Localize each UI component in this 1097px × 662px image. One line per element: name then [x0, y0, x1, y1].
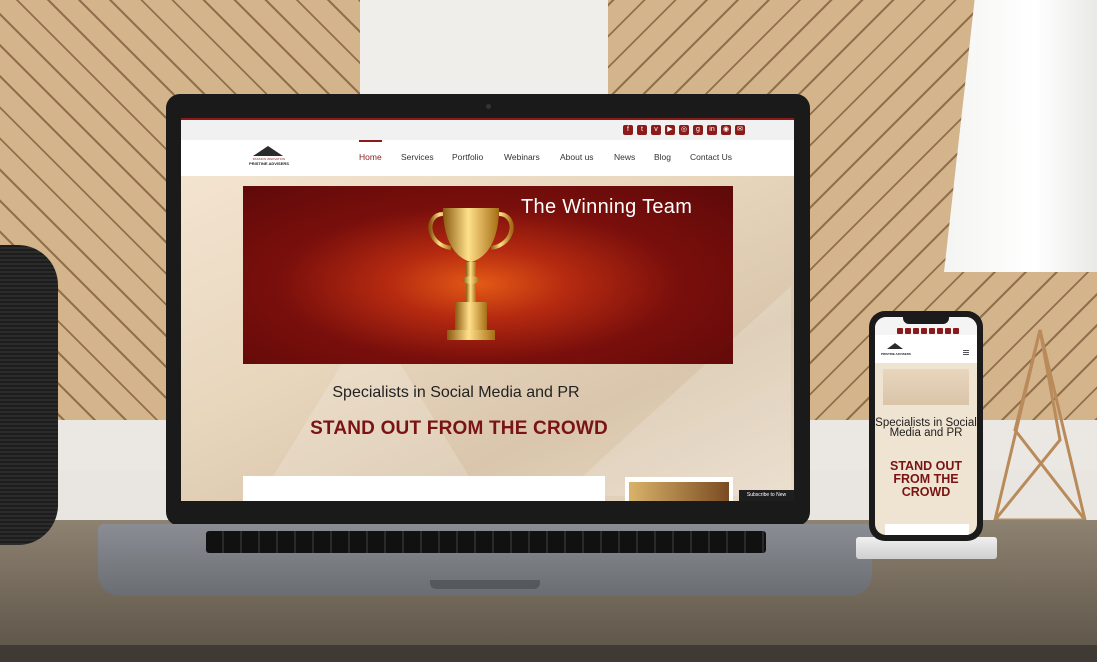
facebook-icon[interactable] [897, 328, 903, 334]
logo-name: PRISTINE ADVISERS [249, 161, 289, 166]
youtube-icon[interactable] [921, 328, 927, 334]
main-navbar: PASSION INNOVATION PRISTINE ADVISERS Hom… [181, 140, 794, 176]
mobile-headline: STAND OUT FROM THE CROWD [890, 459, 962, 499]
desk-edge [0, 645, 1097, 662]
youtube-icon[interactable]: ▶ [665, 125, 675, 135]
nav-blog[interactable]: Blog [654, 152, 671, 162]
phone-notch [903, 317, 949, 324]
google-icon[interactable] [937, 328, 943, 334]
thumbnail-image [629, 482, 729, 501]
facebook-icon[interactable]: f [623, 125, 633, 135]
laptop-keyboard [206, 531, 766, 553]
vimeo-icon[interactable]: v [651, 125, 661, 135]
nav-webinars[interactable]: Webinars [504, 152, 540, 162]
phone-screen-website: PRISTINE ADVISERS Specialists in Social … [875, 317, 977, 535]
site-logo[interactable]: PASSION INNOVATION PRISTINE ADVISERS [243, 144, 295, 170]
hero-headline: STAND OUT FROM THE CROWD [310, 418, 608, 439]
nav-news[interactable]: News [614, 152, 635, 162]
mobile-banner [883, 369, 969, 405]
nav-services[interactable]: Services [401, 152, 434, 162]
instagram-icon[interactable]: ◎ [679, 125, 689, 135]
nav-portfolio[interactable]: Portfolio [452, 152, 483, 162]
hamburger-menu-icon[interactable] [963, 350, 969, 355]
social-topbar: f t v ▶ ◎ g in ◉ ✉ [181, 118, 794, 140]
instagram-icon[interactable] [929, 328, 935, 334]
twitter-icon[interactable]: t [637, 125, 647, 135]
nav-home[interactable]: Home [359, 140, 382, 162]
hero-tagline: Specialists in Social Media and PR [332, 384, 580, 401]
email-icon[interactable] [953, 328, 959, 334]
smart-speaker [0, 245, 58, 545]
logo-roof-icon [253, 146, 283, 156]
trophy-icon [428, 208, 514, 340]
linkedin-icon[interactable]: in [707, 125, 717, 135]
linkedin-icon[interactable] [945, 328, 951, 334]
hero-banner: The Winning Team [243, 186, 733, 364]
pinterest-icon[interactable]: ◉ [721, 125, 731, 135]
google-icon[interactable]: g [693, 125, 703, 135]
twitter-icon[interactable] [905, 328, 911, 334]
mobile-navbar: PRISTINE ADVISERS [875, 335, 977, 363]
mobile-logo-icon[interactable] [887, 343, 903, 349]
vimeo-icon[interactable] [913, 328, 919, 334]
nav-about-us[interactable]: About us [560, 152, 594, 162]
mobile-tagline: Specialists in Social Media and PR [875, 417, 977, 439]
mobile-logo-name: PRISTINE ADVISERS [881, 352, 911, 356]
thumbnail-card[interactable] [625, 477, 733, 501]
mobile-content-card [885, 524, 969, 535]
laptop-screen-website: f t v ▶ ◎ g in ◉ ✉ PASSION INNOVATION PR… [181, 118, 794, 501]
email-icon[interactable]: ✉ [735, 125, 745, 135]
banner-title: The Winning Team [521, 196, 693, 218]
geometric-lamp-base [991, 329, 1087, 522]
nav-contact-us[interactable]: Contact Us [690, 152, 732, 162]
content-card [243, 476, 605, 501]
laptop-camera [486, 104, 491, 109]
subscribe-button[interactable]: Subscribe to New [739, 490, 794, 501]
laptop-lid-notch [430, 580, 540, 589]
